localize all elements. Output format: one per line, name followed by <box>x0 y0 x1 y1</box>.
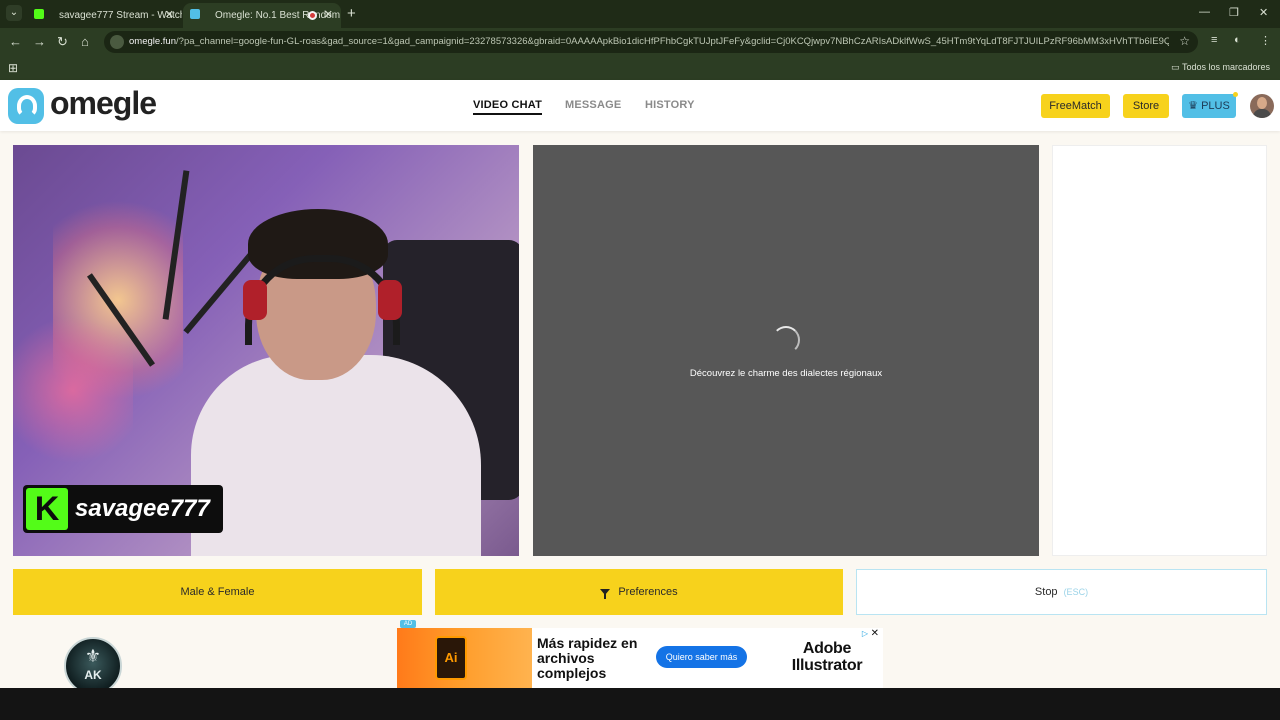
ad-brand-line1: Adobe <box>802 640 852 657</box>
filter-icon <box>600 589 611 599</box>
headset-earcup <box>243 280 267 320</box>
side-panel <box>1052 145 1267 556</box>
headset-earcup <box>378 280 402 320</box>
site-header: omegle VIDEO CHAT MESSAGE HISTORY FreeMa… <box>0 80 1280 131</box>
ad-close-icon[interactable]: ✕ <box>871 628 879 639</box>
gender-filter-button[interactable]: Male & Female <box>13 569 422 615</box>
preferences-label: Preferences <box>618 586 678 598</box>
stranger-video: Découvrez le charme des dialectes région… <box>533 145 1039 556</box>
minimize-icon[interactable]: — <box>1199 6 1210 18</box>
forward-icon[interactable]: → <box>33 34 46 49</box>
url-path: /?pa_channel=google-fun-GL-roas&gad_sour… <box>176 36 1169 47</box>
ad-label: AD <box>400 620 416 628</box>
browser-tab-bar: ⌄ savagee777 Stream - Watch Live ✕ Omegl… <box>0 0 1280 28</box>
streamer-name-badge: K savagee777 <box>23 485 223 533</box>
stop-button[interactable]: Stop (ESC) <box>856 569 1267 615</box>
recording-icon <box>308 11 317 20</box>
url-text: omegle.fun/?pa_channel=google-fun-GL-roa… <box>129 36 1169 47</box>
tab-close-icon[interactable]: ✕ <box>165 8 174 21</box>
tab-kick-stream[interactable]: savagee777 Stream - Watch Live ✕ <box>27 3 182 28</box>
bookmarks-bar: ⊞ ▭ Todos los marcadores <box>0 56 1280 80</box>
loading-message: Découvrez le charme des dialectes région… <box>689 368 883 379</box>
ad-choices-icon[interactable]: ▷ <box>862 629 868 638</box>
ad-banner[interactable]: Ai Más rapidez en archivos complejos Qui… <box>397 628 883 688</box>
gender-filter-label: Male & Female <box>180 586 255 598</box>
bookmark-star-icon[interactable]: ☆ <box>1179 34 1190 48</box>
url-host: omegle.fun <box>129 36 177 47</box>
plus-button[interactable]: ♛ PLUS <box>1182 94 1236 118</box>
window-close-icon[interactable]: ✕ <box>1259 6 1268 19</box>
all-bookmarks[interactable]: ▭ Todos los marcadores <box>1171 62 1270 73</box>
preferences-button[interactable]: Preferences <box>435 569 843 615</box>
freematch-button[interactable]: FreeMatch <box>1041 94 1110 118</box>
store-button[interactable]: Store <box>1123 94 1169 118</box>
address-bar[interactable]: omegle.fun/?pa_channel=google-fun-GL-roa… <box>104 31 1198 53</box>
nav-message[interactable]: MESSAGE <box>565 99 621 111</box>
loading-spinner-icon <box>772 326 800 354</box>
bottom-black-bar <box>0 688 1280 720</box>
person-shirt <box>191 355 481 556</box>
back-icon[interactable]: ← <box>9 34 22 49</box>
stop-label: Stop <box>1034 586 1058 598</box>
kick-logo-icon: K <box>26 488 68 530</box>
screen: ⌄ savagee777 Stream - Watch Live ✕ Omegl… <box>0 0 1280 720</box>
stop-shortcut-hint: (ESC) <box>1063 587 1089 597</box>
home-icon[interactable]: ⌂ <box>81 34 89 49</box>
streamer-name: savagee777 <box>75 495 210 522</box>
ad-cta-button[interactable]: Quiero saber más <box>656 646 747 668</box>
menu-kebab-icon[interactable]: ⋮ <box>1260 34 1271 47</box>
apps-grid-icon[interactable]: ⊞ <box>8 61 18 75</box>
omegle-logo-icon[interactable] <box>8 88 44 124</box>
streamer-overlay-logo: ⚜ AK <box>64 637 122 695</box>
profile-icon[interactable]: ◐ <box>1234 34 1241 46</box>
avatar[interactable] <box>1250 94 1274 118</box>
all-bookmarks-label: Todos los marcadores <box>1181 62 1270 72</box>
ad-brand-line2: Illustrator <box>791 657 863 674</box>
tab-close-icon[interactable]: ✕ <box>324 8 333 21</box>
reload-icon[interactable]: ↻ <box>57 34 68 50</box>
browser-toolbar: ← → ↻ ⌂ omegle.fun/?pa_channel=google-fu… <box>0 28 1280 56</box>
media-icon[interactable]: ≡ <box>1211 34 1217 46</box>
lamp-glow <box>13 305 133 475</box>
tab-omegle[interactable]: Omegle: No.1 Best Random ✕ <box>183 3 341 28</box>
kick-favicon-icon <box>34 9 44 19</box>
overlay-logo-text: AK <box>84 668 102 682</box>
eagle-icon: ⚜ <box>84 646 102 666</box>
ad-headline: Más rapidez en archivos complejos <box>537 635 638 681</box>
tab-search-icon[interactable]: ⌄ <box>6 5 22 21</box>
nav-history[interactable]: HISTORY <box>645 99 695 111</box>
illustrator-app-icon: Ai <box>435 636 467 680</box>
nav-video-chat[interactable]: VIDEO CHAT <box>473 99 543 115</box>
omegle-favicon-icon <box>190 9 200 19</box>
plus-label: PLUS <box>1201 100 1230 112</box>
site-logo-text[interactable]: omegle <box>50 85 157 122</box>
ad-brand: Adobe Illustrator <box>777 640 877 674</box>
ad-artwork: Ai <box>397 628 532 688</box>
tab-title: savagee777 Stream - Watch Live <box>59 10 182 21</box>
new-tab-button[interactable]: + <box>347 5 356 22</box>
site-info-icon[interactable] <box>110 35 124 49</box>
tab-title: Omegle: No.1 Best Random <box>215 10 341 21</box>
omegle-page: omegle VIDEO CHAT MESSAGE HISTORY FreeMa… <box>0 80 1280 706</box>
notification-dot <box>1233 92 1238 97</box>
restore-icon[interactable]: ❐ <box>1229 6 1239 19</box>
local-video: K savagee777 <box>13 145 519 556</box>
crown-icon: ♛ <box>1188 100 1199 112</box>
